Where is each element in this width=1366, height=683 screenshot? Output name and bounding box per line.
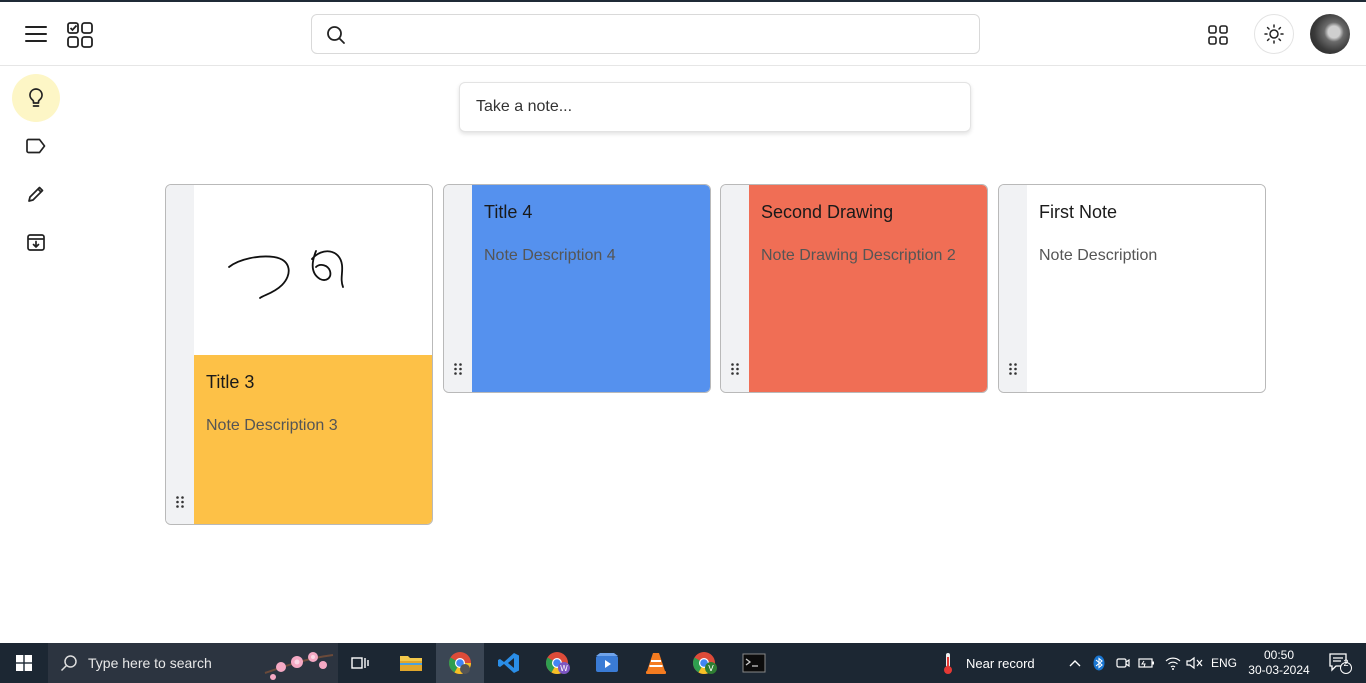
weather-text[interactable]: Near record: [966, 643, 1048, 683]
svg-text:V: V: [708, 664, 714, 673]
cherry-blossom-icon: [264, 652, 334, 680]
lightbulb-icon: [29, 88, 43, 107]
chevron-up-icon[interactable]: [1064, 643, 1086, 683]
drag-rail: [721, 185, 749, 392]
drag-handle-icon[interactable]: [453, 362, 463, 376]
vscode-icon[interactable]: [486, 643, 532, 683]
search-icon: [60, 655, 77, 672]
take-note-input[interactable]: Take a note...: [459, 82, 971, 132]
note-drawing: [194, 185, 432, 355]
archive-icon: [27, 234, 45, 251]
notifications-icon[interactable]: 2: [1318, 643, 1362, 683]
note-card[interactable]: Title 4 Note Description 4: [443, 184, 711, 393]
volume-muted-icon[interactable]: [1184, 643, 1206, 683]
note-body: Title 3 Note Description 3: [194, 355, 432, 524]
pencil-icon: [28, 186, 44, 202]
note-description: Note Drawing Description 2: [761, 247, 956, 264]
note-description: Note Description 3: [206, 417, 338, 434]
sidebar-item-edit[interactable]: [12, 170, 60, 218]
language-label: ENG: [1210, 656, 1237, 670]
svg-text:W: W: [560, 664, 568, 673]
note-body: Title 4 Note Description 4: [472, 185, 710, 392]
file-explorer-icon[interactable]: [388, 643, 434, 683]
sidebar-item-labels[interactable]: [12, 122, 60, 170]
clock-date: 30-03-2024: [1248, 663, 1310, 677]
chrome-active-icon[interactable]: [436, 643, 484, 683]
note-card[interactable]: Second Drawing Note Drawing Description …: [720, 184, 988, 393]
chrome-profile-w-icon[interactable]: W: [535, 643, 581, 683]
note-card[interactable]: Title 3 Note Description 3: [165, 184, 433, 525]
notification-count: 2: [1343, 658, 1349, 668]
note-card[interactable]: First Note Note Description: [998, 184, 1266, 393]
meet-now-icon[interactable]: [1113, 643, 1133, 683]
sidebar-item-notes[interactable]: [12, 74, 60, 122]
taskbar-search[interactable]: Type here to search: [48, 643, 338, 683]
terminal-icon[interactable]: [731, 643, 777, 683]
drag-handle-icon[interactable]: [175, 495, 185, 509]
windows-start-icon[interactable]: [0, 643, 48, 683]
avatar[interactable]: [1310, 14, 1350, 54]
drag-rail: [444, 185, 472, 392]
wifi-icon[interactable]: [1162, 643, 1184, 683]
thermometer-icon[interactable]: [936, 643, 960, 683]
clock[interactable]: 00:50 30-03-2024: [1244, 643, 1314, 683]
drag-handle-icon[interactable]: [730, 362, 740, 376]
search-bar[interactable]: [311, 14, 980, 54]
drag-rail: [999, 185, 1027, 392]
drag-rail: [166, 185, 194, 524]
note-description: Note Description 4: [484, 247, 616, 264]
drag-handle-icon[interactable]: [1008, 362, 1018, 376]
take-note-placeholder: Take a note...: [476, 98, 573, 115]
bluetooth-icon[interactable]: [1089, 643, 1109, 683]
language-indicator[interactable]: ENG: [1208, 643, 1240, 683]
sidebar-item-archive[interactable]: [12, 218, 60, 266]
taskbar: Type here to search W V Near record ENG …: [0, 643, 1366, 683]
menu-icon[interactable]: [22, 22, 50, 46]
grid-view-icon[interactable]: [1206, 23, 1230, 47]
drawing-canvas: [228, 250, 344, 299]
app-header: [0, 2, 1366, 66]
search-icon: [326, 25, 346, 45]
note-body: Second Drawing Note Drawing Description …: [749, 185, 987, 392]
taskbar-search-placeholder: Type here to search: [88, 655, 212, 671]
media-player-icon[interactable]: [584, 643, 630, 683]
note-body: First Note Note Description: [1027, 185, 1265, 392]
vlc-icon[interactable]: [633, 643, 679, 683]
app-logo-icon: [66, 21, 94, 49]
chrome-profile-v-icon[interactable]: V: [682, 643, 728, 683]
task-view-icon[interactable]: [338, 643, 382, 683]
label-icon: [26, 138, 46, 154]
battery-icon[interactable]: [1137, 643, 1157, 683]
clock-time: 00:50: [1263, 648, 1295, 662]
note-title: Title 4: [484, 202, 533, 222]
weather-label: Near record: [966, 655, 1035, 671]
theme-toggle-button[interactable]: [1254, 14, 1294, 54]
note-title: Title 3: [206, 372, 255, 392]
note-title: Second Drawing: [761, 202, 894, 222]
note-description: Note Description: [1039, 247, 1158, 264]
note-title: First Note: [1039, 202, 1118, 222]
sun-icon: [1264, 24, 1284, 44]
